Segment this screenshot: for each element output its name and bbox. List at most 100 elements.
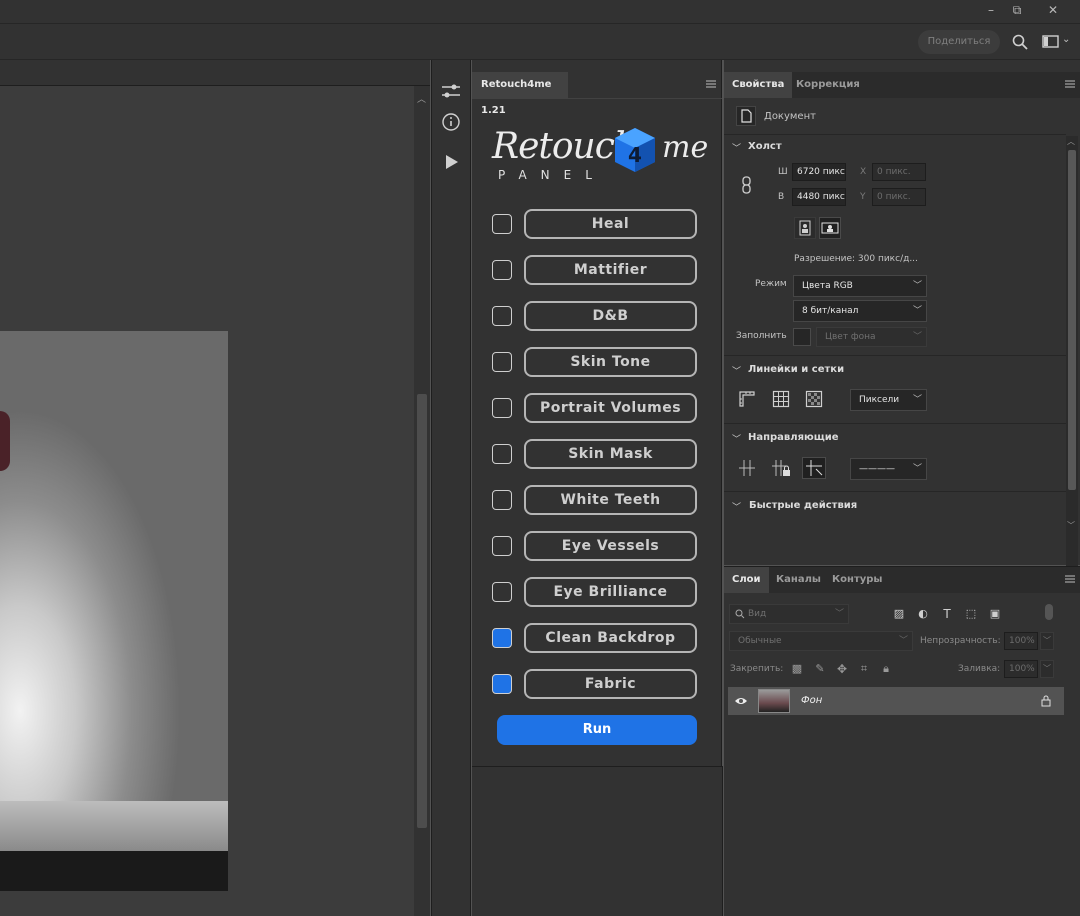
properties-scrollbar[interactable]: ︿ ﹀ [1066, 136, 1078, 576]
chevron-down-icon[interactable]: ﹀ [732, 364, 741, 377]
lock-all-icon[interactable]: 🔒︎ [876, 659, 896, 679]
section-quick-actions-header[interactable]: Быстрые действия [749, 500, 857, 511]
button-white-teeth[interactable]: White Teeth [524, 485, 697, 515]
tab-layers[interactable]: Слои [724, 567, 769, 593]
layer-row[interactable]: Фон [728, 687, 1064, 715]
adjustments-icon[interactable] [440, 82, 462, 102]
bit-depth-select[interactable]: 8 бит/канал ﹀ [793, 300, 927, 322]
chevron-down-icon[interactable]: ⌄ [1062, 34, 1070, 45]
search-icon[interactable] [1012, 34, 1028, 50]
checkbox-mattifier[interactable] [492, 260, 512, 280]
chevron-down-icon: ﹀ [912, 464, 922, 474]
lock-move-icon[interactable]: ✥ [832, 659, 852, 679]
portrait-orientation-icon[interactable] [794, 217, 816, 239]
checkbox-portrait-volumes[interactable] [492, 398, 512, 418]
link-icon[interactable] [740, 176, 754, 194]
panel-menu-icon[interactable] [705, 80, 717, 90]
mode-label: Режим [755, 279, 787, 289]
tab-properties[interactable]: Свойства [724, 72, 793, 98]
tab-channels[interactable]: Каналы [768, 567, 829, 593]
ruler-units-select[interactable]: Пиксели ﹀ [850, 389, 927, 411]
scrollbar-thumb[interactable] [417, 394, 427, 828]
chevron-down-icon[interactable]: ﹀ [1040, 660, 1054, 678]
fill-field[interactable]: 100% [1004, 660, 1038, 678]
filter-adjustment-icon[interactable]: ◐ [913, 604, 933, 624]
filter-pixel-icon[interactable]: ▨ [889, 604, 909, 624]
width-field[interactable]: 6720 пикс [792, 163, 846, 181]
grid-icon[interactable] [772, 390, 790, 408]
guide-style-select[interactable]: ———— ﹀ [850, 458, 927, 480]
button-mattifier[interactable]: Mattifier [524, 255, 697, 285]
rulers-icon[interactable] [738, 390, 756, 408]
pixel-grid-icon[interactable] [805, 390, 823, 408]
button-portrait-volumes[interactable]: Portrait Volumes [524, 393, 697, 423]
checkbox-eye-brilliance[interactable] [492, 582, 512, 602]
checkbox-eye-vessels[interactable] [492, 536, 512, 556]
x-field[interactable]: 0 пикс. [872, 163, 926, 181]
button-eye-vessels[interactable]: Eye Vessels [524, 531, 697, 561]
canvas-scrollbar[interactable]: ︿ [414, 86, 430, 916]
chevron-down-icon[interactable]: ﹀ [732, 432, 741, 445]
button-eye-brilliance[interactable]: Eye Brilliance [524, 577, 697, 607]
tab-paths[interactable]: Контуры [824, 567, 890, 593]
restore-button[interactable]: ⧉ [1002, 0, 1032, 20]
filter-shape-icon[interactable]: ⬚ [961, 604, 981, 624]
checkbox-white-teeth[interactable] [492, 490, 512, 510]
button-skin-mask[interactable]: Skin Mask [524, 439, 697, 469]
logo-suffix: me [662, 130, 709, 165]
button-skin-tone[interactable]: Skin Tone [524, 347, 697, 377]
scroll-up-icon[interactable]: ︿ [417, 92, 426, 105]
chevron-down-icon[interactable]: ﹀ [732, 500, 741, 513]
fill-select[interactable]: Цвет фона ﹀ [816, 327, 927, 347]
checkbox-heal[interactable] [492, 214, 512, 234]
layer-filter-select[interactable]: Вид ﹀ [729, 604, 849, 624]
close-button[interactable]: ✕ [1038, 0, 1068, 20]
info-icon[interactable] [441, 112, 461, 132]
logo-subtitle: PANEL [498, 168, 606, 182]
lock-guides-icon[interactable] [771, 459, 791, 477]
section-canvas-header[interactable]: Холст [748, 141, 782, 152]
guides-icon[interactable] [738, 459, 756, 477]
checkbox-fabric[interactable] [492, 674, 512, 694]
scrollbar-thumb[interactable] [1068, 150, 1076, 490]
button-d-b[interactable]: D&B [524, 301, 697, 331]
run-button[interactable]: Run [497, 715, 697, 745]
blend-mode-select[interactable]: Обычные ﹀ [729, 631, 913, 651]
height-field[interactable]: 4480 пикс [792, 188, 846, 206]
tab-adjustments[interactable]: Коррекция [788, 72, 868, 98]
color-mode-select[interactable]: Цвета RGB ﹀ [793, 275, 927, 297]
chevron-down-icon[interactable]: ﹀ [1040, 632, 1054, 650]
image-bottom [0, 851, 228, 891]
lock-transparent-icon[interactable]: ▩ [787, 659, 807, 679]
scroll-up-icon[interactable]: ︿ [1067, 136, 1075, 147]
filter-toggle[interactable] [1045, 604, 1053, 620]
lock-brush-icon[interactable]: ✎ [810, 659, 830, 679]
layer-name[interactable]: Фон [801, 695, 822, 706]
checkbox-clean-backdrop[interactable] [492, 628, 512, 648]
retouch4me-tab[interactable]: Retouch4me 1.21 [472, 72, 568, 116]
lock-artboard-icon[interactable]: ⌗ [854, 659, 874, 679]
button-fabric[interactable]: Fabric [524, 669, 697, 699]
button-heal[interactable]: Heal [524, 209, 697, 239]
y-field[interactable]: 0 пикс. [872, 188, 926, 206]
eye-icon[interactable] [734, 696, 748, 706]
scroll-down-icon[interactable]: ﹀ [1067, 520, 1075, 531]
filter-smart-object-icon[interactable]: ▣ [985, 604, 1005, 624]
smart-guides-icon[interactable] [802, 457, 826, 479]
section-rulers-header[interactable]: Линейки и сетки [748, 364, 844, 375]
properties-menu-icon[interactable] [1064, 80, 1076, 90]
landscape-orientation-icon[interactable] [819, 217, 841, 239]
share-button[interactable]: Поделиться [918, 30, 1000, 54]
fill-color-swatch[interactable] [793, 328, 811, 346]
section-guides-header[interactable]: Направляющие [748, 432, 839, 443]
chevron-down-icon[interactable]: ﹀ [732, 141, 741, 154]
play-icon[interactable] [444, 154, 460, 170]
layers-menu-icon[interactable] [1064, 575, 1076, 585]
workspace-icon[interactable] [1042, 35, 1060, 49]
button-clean-backdrop[interactable]: Clean Backdrop [524, 623, 697, 653]
checkbox-skin-mask[interactable] [492, 444, 512, 464]
checkbox-d-b[interactable] [492, 306, 512, 326]
filter-type-icon[interactable]: T [937, 604, 957, 624]
checkbox-skin-tone[interactable] [492, 352, 512, 372]
opacity-field[interactable]: 100% [1004, 632, 1038, 650]
